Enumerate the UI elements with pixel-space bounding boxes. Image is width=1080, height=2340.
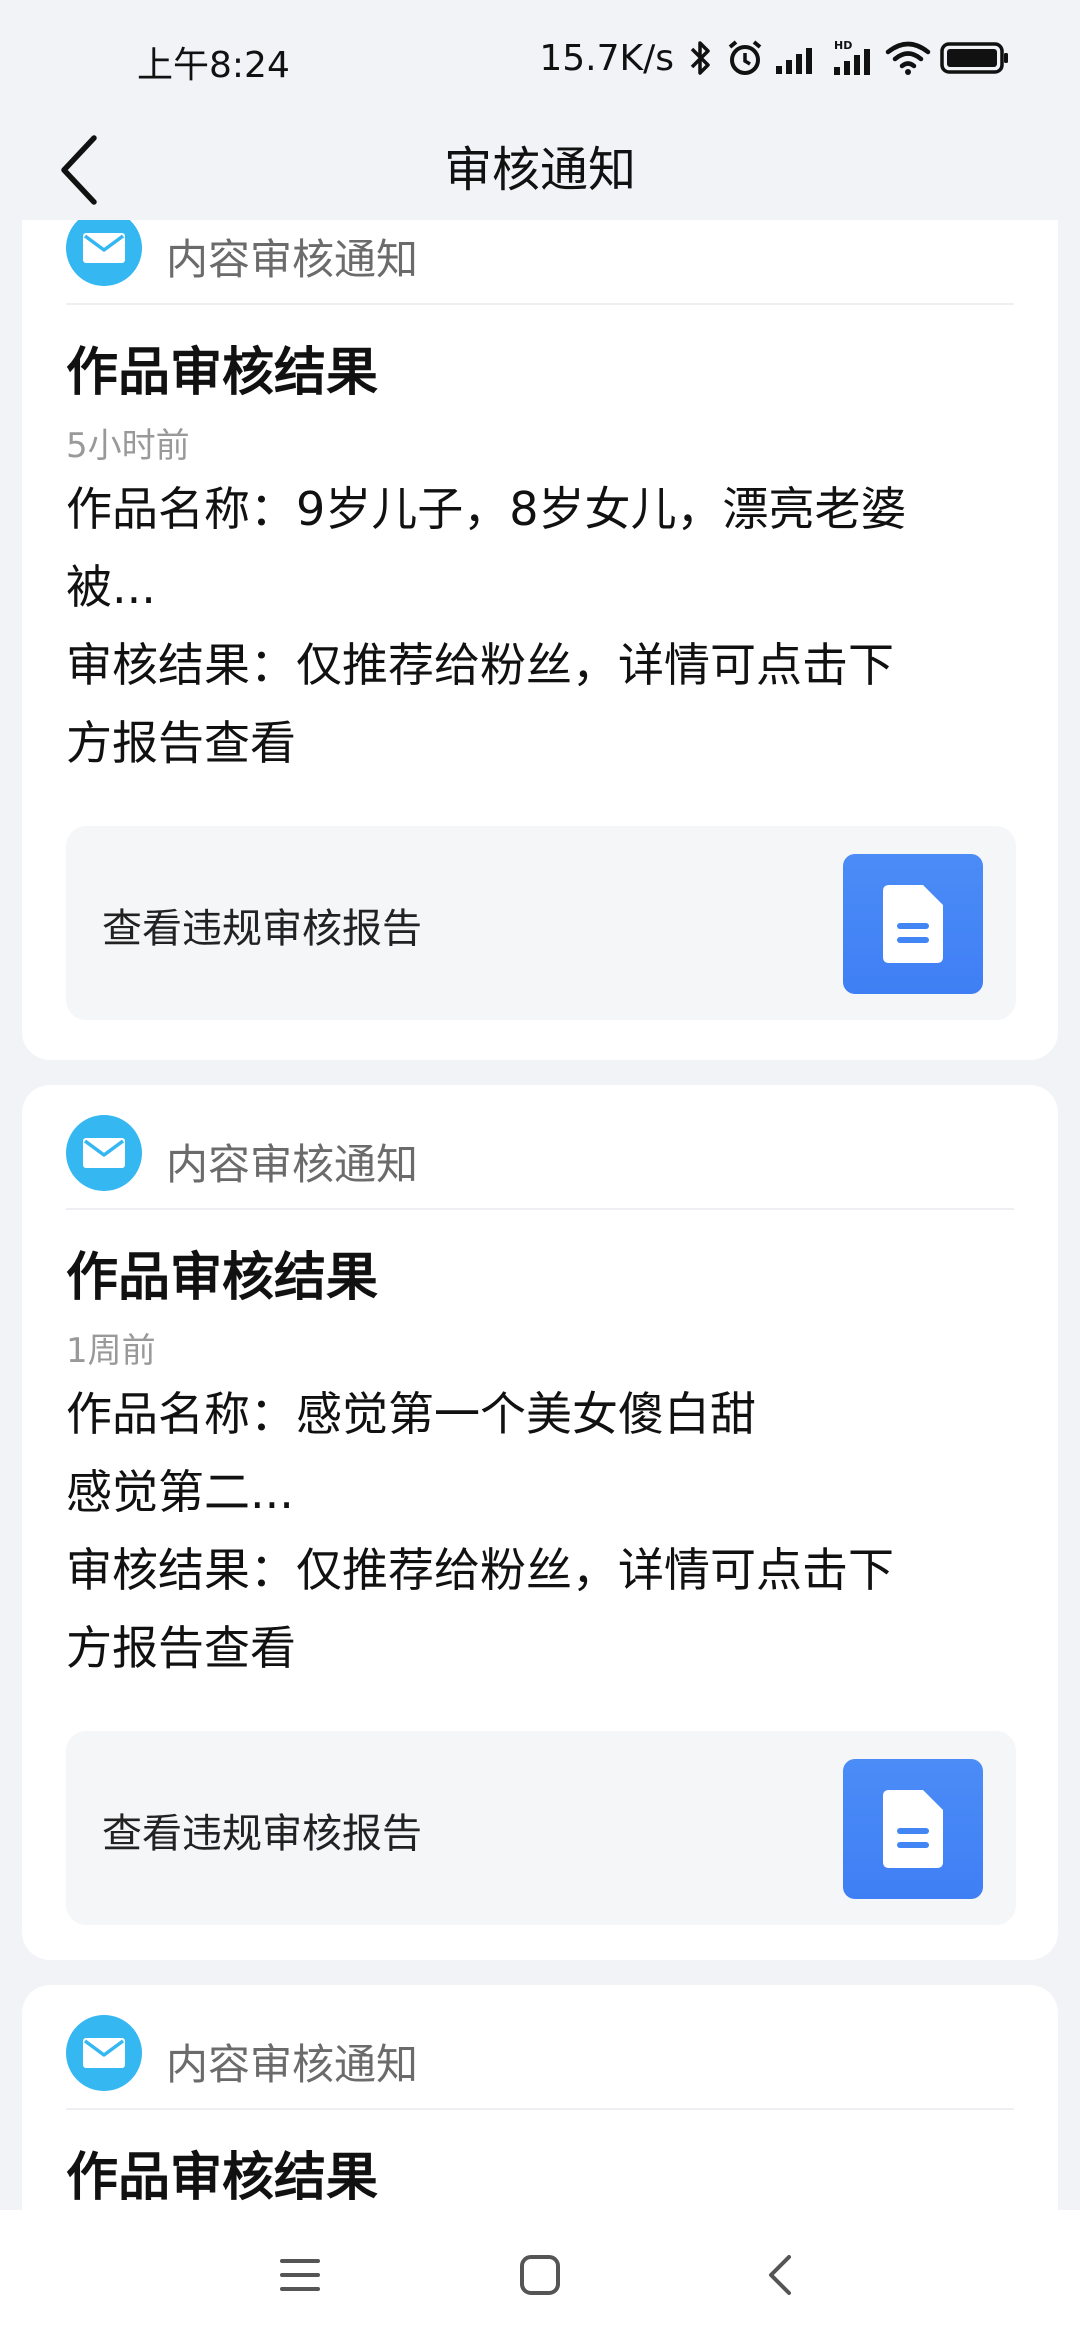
network-speed: 15.7K/s xyxy=(539,37,674,79)
result-line: 审核结果：仅推荐给粉丝，详情可点击下 xyxy=(66,638,894,692)
card-title: 作品审核结果 xyxy=(66,343,379,403)
envelope-icon xyxy=(66,220,142,286)
bluetooth-icon xyxy=(690,41,710,75)
card-source: 内容审核通知 xyxy=(166,2040,419,2089)
result-line: 方报告查看 xyxy=(66,1621,296,1675)
card-header: 内容审核通知 xyxy=(66,1995,1014,2110)
document-icon[interactable] xyxy=(843,1759,983,1899)
chevron-left-icon xyxy=(769,2255,791,2295)
report-label: 查看违规审核报告 xyxy=(102,906,422,952)
page-header: 审核通知 xyxy=(0,120,1080,220)
card-title: 作品审核结果 xyxy=(66,1248,379,1308)
hd-signal-icon: HD xyxy=(834,39,870,75)
alarm-icon xyxy=(728,40,762,75)
work-name-line: 作品名称：9岁儿子，8岁女儿，漂亮老婆 xyxy=(66,482,907,536)
report-label: 查看违规审核报告 xyxy=(102,1811,422,1857)
wifi-icon xyxy=(885,41,931,75)
work-name-line: 作品名称：感觉第一个美女傻白甜 xyxy=(66,1387,756,1441)
card-header: 内容审核通知 xyxy=(66,1095,1014,1210)
notification-card[interactable]: 内容审核通知 作品审核结果 5小时前 作品名称：9岁儿子，8岁女儿，漂亮老婆 被… xyxy=(22,220,1058,1060)
card-body: 作品名称：9岁儿子，8岁女儿，漂亮老婆 被... 审核结果：仅推荐给粉丝，详情可… xyxy=(66,470,1016,782)
card-timestamp: 5小时前 xyxy=(66,426,190,466)
signal-icon xyxy=(776,48,812,74)
work-name-line: 感觉第二... xyxy=(66,1465,294,1519)
card-source: 内容审核通知 xyxy=(166,235,419,284)
status-indicators: 15.7K/s HD xyxy=(539,36,1010,80)
card-header: 内容审核通知 xyxy=(66,220,1014,305)
card-source: 内容审核通知 xyxy=(166,1140,419,1189)
status-time: 上午8:24 xyxy=(137,45,290,86)
system-nav-bar xyxy=(0,2210,1080,2340)
status-bar: 上午8:24 15.7K/s HD xyxy=(0,0,1080,120)
result-line: 方报告查看 xyxy=(66,716,296,770)
envelope-icon xyxy=(66,2015,142,2091)
notification-card[interactable]: 内容审核通知 作品审核结果 xyxy=(22,1985,1058,2210)
home-button[interactable] xyxy=(500,2240,580,2310)
view-report-button[interactable]: 查看违规审核报告 xyxy=(66,826,1016,1020)
envelope-icon xyxy=(66,1115,142,1191)
document-icon[interactable] xyxy=(843,854,983,994)
menu-button[interactable] xyxy=(260,2240,340,2310)
view-report-button[interactable]: 查看违规审核报告 xyxy=(66,1731,1016,1925)
square-icon xyxy=(520,2255,560,2295)
notification-card[interactable]: 内容审核通知 作品审核结果 1周前 作品名称：感觉第一个美女傻白甜 感觉第二..… xyxy=(22,1085,1058,1960)
card-body: 作品名称：感觉第一个美女傻白甜 感觉第二... 审核结果：仅推荐给粉丝，详情可点… xyxy=(66,1375,1016,1687)
nav-back-button[interactable] xyxy=(740,2240,820,2310)
menu-icon xyxy=(280,2259,320,2291)
svg-text:HD: HD xyxy=(834,39,852,52)
result-line: 审核结果：仅推荐给粉丝，详情可点击下 xyxy=(66,1543,894,1597)
notification-list[interactable]: 内容审核通知 作品审核结果 5小时前 作品名称：9岁儿子，8岁女儿，漂亮老婆 被… xyxy=(0,220,1080,2210)
card-title: 作品审核结果 xyxy=(66,2148,379,2208)
card-timestamp: 1周前 xyxy=(66,1331,156,1371)
page-title: 审核通知 xyxy=(443,142,636,198)
work-name-line: 被... xyxy=(66,560,156,614)
battery-icon xyxy=(940,42,1008,74)
